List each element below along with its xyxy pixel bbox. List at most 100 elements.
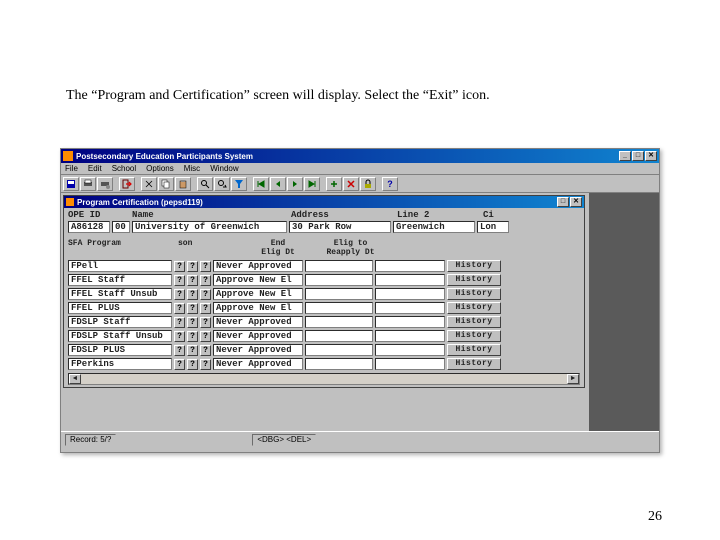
field-name[interactable]: University of Greenwich (132, 221, 287, 233)
help-button[interactable]: ? (200, 359, 211, 370)
history-button[interactable]: History (447, 330, 501, 342)
help-button[interactable]: ? (187, 275, 198, 286)
help-button[interactable]: ? (174, 317, 185, 328)
cell-son[interactable]: Approve New El (213, 288, 303, 300)
help-button[interactable]: ? (187, 317, 198, 328)
lock-icon[interactable] (360, 177, 376, 191)
menu-edit[interactable]: Edit (88, 164, 102, 173)
help-button[interactable]: ? (187, 303, 198, 314)
first-record-icon[interactable] (253, 177, 269, 191)
history-button[interactable]: History (447, 274, 501, 286)
prev-record-icon[interactable] (270, 177, 286, 191)
paste-icon[interactable] (175, 177, 191, 191)
cell-son[interactable]: Never Approved (213, 330, 303, 342)
help-button[interactable]: ? (200, 303, 211, 314)
cell-elig-reapply-dt[interactable] (375, 274, 445, 286)
help-button[interactable]: ? (174, 275, 185, 286)
help-button[interactable]: ? (200, 317, 211, 328)
help-button[interactable]: ? (200, 345, 211, 356)
cell-program[interactable]: FDSLP PLUS (68, 344, 172, 356)
cell-program[interactable]: FFEL Staff (68, 274, 172, 286)
menu-window[interactable]: Window (210, 164, 238, 173)
menu-options[interactable]: Options (146, 164, 174, 173)
cell-program[interactable]: FDSLP Staff Unsub (68, 330, 172, 342)
cell-son[interactable]: Never Approved (213, 260, 303, 272)
delete-record-icon[interactable] (343, 177, 359, 191)
help-button[interactable]: ? (187, 359, 198, 370)
menu-school[interactable]: School (112, 164, 136, 173)
scroll-right-icon[interactable]: ► (567, 374, 579, 384)
inner-maximize-button[interactable]: □ (557, 197, 569, 207)
cell-elig-reapply-dt[interactable] (375, 358, 445, 370)
cell-program[interactable]: FFEL PLUS (68, 302, 172, 314)
history-button[interactable]: History (447, 344, 501, 356)
cell-end-elig-dt[interactable] (305, 358, 373, 370)
cell-elig-reapply-dt[interactable] (375, 288, 445, 300)
history-button[interactable]: History (447, 260, 501, 272)
last-record-icon[interactable] (304, 177, 320, 191)
field-line2[interactable]: Greenwich (393, 221, 475, 233)
history-button[interactable]: History (447, 302, 501, 314)
help-button[interactable]: ? (187, 261, 198, 272)
help-button[interactable]: ? (187, 345, 198, 356)
minimize-button[interactable]: _ (619, 151, 631, 161)
cell-son[interactable]: Approve New El (213, 302, 303, 314)
cell-end-elig-dt[interactable] (305, 274, 373, 286)
scroll-left-icon[interactable]: ◄ (69, 374, 81, 384)
field-ci[interactable]: Lon (477, 221, 509, 233)
search-icon[interactable] (197, 177, 213, 191)
field-address[interactable]: 30 Park Row (289, 221, 391, 233)
horizontal-scrollbar[interactable]: ◄ ► (68, 373, 580, 385)
inner-close-button[interactable]: ✕ (570, 197, 582, 207)
cell-program[interactable]: FDSLP Staff (68, 316, 172, 328)
cell-end-elig-dt[interactable] (305, 302, 373, 314)
copy-icon[interactable] (158, 177, 174, 191)
help-button[interactable]: ? (200, 275, 211, 286)
cell-end-elig-dt[interactable] (305, 344, 373, 356)
field-blank[interactable]: 00 (112, 221, 130, 233)
help-button[interactable]: ? (174, 331, 185, 342)
history-button[interactable]: History (447, 316, 501, 328)
menu-misc[interactable]: Misc (184, 164, 200, 173)
cell-end-elig-dt[interactable] (305, 288, 373, 300)
cell-son[interactable]: Never Approved (213, 344, 303, 356)
cell-elig-reapply-dt[interactable] (375, 302, 445, 314)
cell-program[interactable]: FFEL Staff Unsub (68, 288, 172, 300)
cell-elig-reapply-dt[interactable] (375, 344, 445, 356)
search-next-icon[interactable] (214, 177, 230, 191)
exit-icon[interactable] (119, 177, 135, 191)
help-icon[interactable]: ? (382, 177, 398, 191)
print-icon[interactable] (80, 177, 96, 191)
cell-elig-reapply-dt[interactable] (375, 260, 445, 272)
cell-elig-reapply-dt[interactable] (375, 330, 445, 342)
save-icon[interactable] (63, 177, 79, 191)
help-button[interactable]: ? (174, 261, 185, 272)
next-record-icon[interactable] (287, 177, 303, 191)
menu-file[interactable]: File (65, 164, 78, 173)
cell-son[interactable]: Never Approved (213, 316, 303, 328)
cell-end-elig-dt[interactable] (305, 260, 373, 272)
cell-program[interactable]: FPell (68, 260, 172, 272)
funnel-icon[interactable] (231, 177, 247, 191)
cell-elig-reapply-dt[interactable] (375, 316, 445, 328)
maximize-button[interactable]: □ (632, 151, 644, 161)
history-button[interactable]: History (447, 288, 501, 300)
print-setup-icon[interactable] (97, 177, 113, 191)
help-button[interactable]: ? (200, 289, 211, 300)
help-button[interactable]: ? (187, 289, 198, 300)
close-button[interactable]: ✕ (645, 151, 657, 161)
new-record-icon[interactable] (326, 177, 342, 191)
help-button[interactable]: ? (174, 289, 185, 300)
help-button[interactable]: ? (174, 359, 185, 370)
history-button[interactable]: History (447, 358, 501, 370)
cell-son[interactable]: Never Approved (213, 358, 303, 370)
help-button[interactable]: ? (187, 331, 198, 342)
field-ope-id[interactable]: A86128 (68, 221, 110, 233)
cell-son[interactable]: Approve New El (213, 274, 303, 286)
help-button[interactable]: ? (174, 303, 185, 314)
cut-icon[interactable] (141, 177, 157, 191)
help-button[interactable]: ? (200, 261, 211, 272)
help-button[interactable]: ? (174, 345, 185, 356)
cell-end-elig-dt[interactable] (305, 316, 373, 328)
help-button[interactable]: ? (200, 331, 211, 342)
